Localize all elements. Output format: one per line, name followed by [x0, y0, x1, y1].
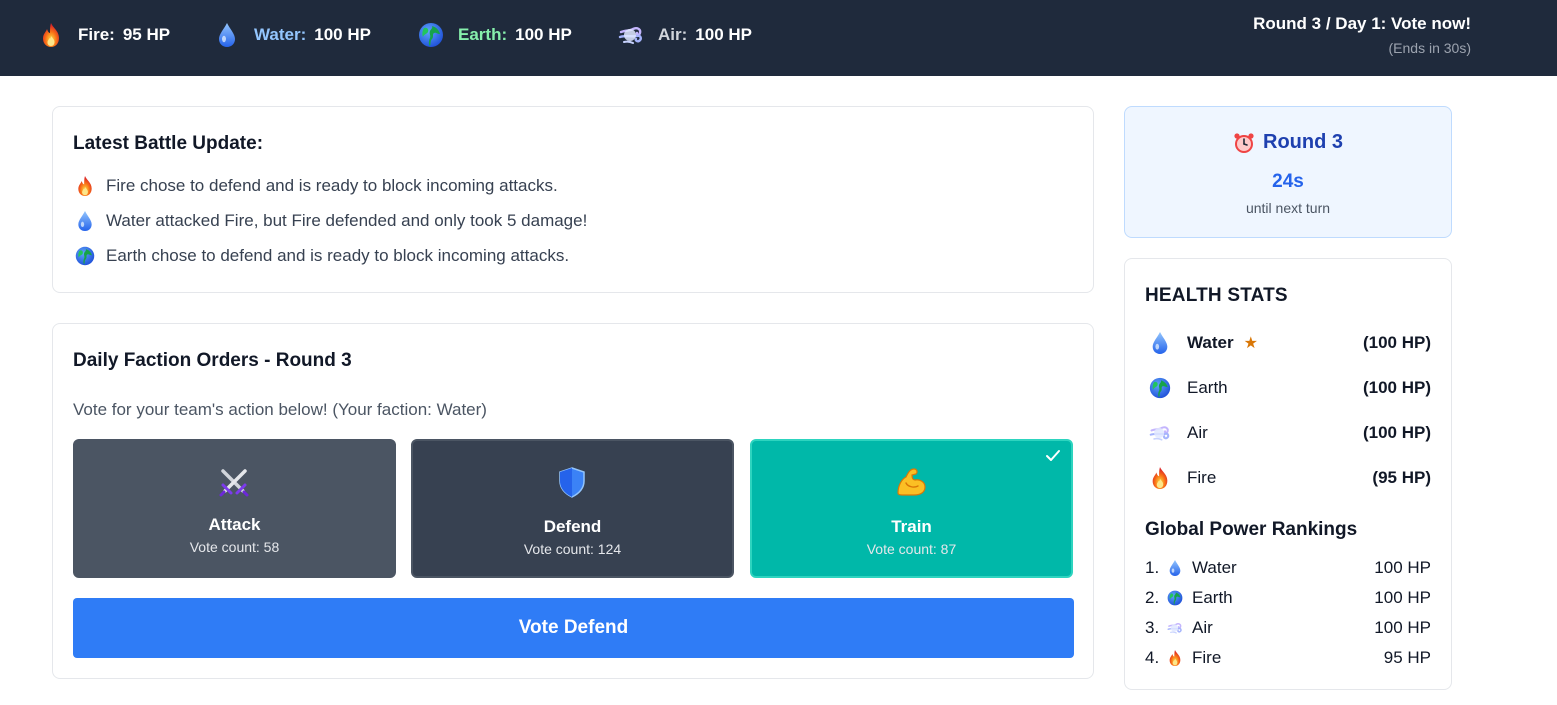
- health-row-air: Air (100 HP): [1149, 418, 1431, 448]
- battle-update-title: Latest Battle Update:: [73, 133, 264, 154]
- timer-seconds: 24s: [1272, 171, 1304, 192]
- round-timer-card: Round 3 24s until next turn: [1124, 106, 1452, 238]
- health-faction-hp: (100 HP): [1362, 423, 1431, 442]
- water-drop-icon: [1149, 331, 1171, 355]
- earth-globe-icon: [75, 245, 95, 267]
- shield-icon: [559, 467, 585, 498]
- faction-hp: 95 HP: [122, 25, 171, 44]
- health-faction-hp: (95 HP): [1372, 468, 1431, 487]
- battle-update-card: Latest Battle Update: Fire chose to defe…: [52, 106, 1094, 293]
- health-row-earth: Earth (100 HP): [1149, 373, 1431, 403]
- rank-number: 3.: [1145, 618, 1160, 637]
- rank-faction-name: Water: [1192, 558, 1237, 577]
- option-label: Attack: [208, 515, 261, 534]
- air-wind-icon: [1149, 421, 1171, 445]
- faction-orders-card: Daily Faction Orders - Round 3 Vote for …: [52, 323, 1094, 679]
- ranking-row: 2. Earth 100 HP: [1145, 586, 1431, 610]
- fire-icon: [38, 22, 64, 48]
- defend-option[interactable]: Defend Vote count: 124: [411, 439, 734, 578]
- rank-number: 4.: [1145, 648, 1160, 667]
- option-label: Defend: [543, 517, 602, 536]
- rankings-title: Global Power Rankings: [1145, 519, 1358, 540]
- health-faction-name: Water: [1187, 333, 1234, 352]
- health-faction-name: Fire: [1187, 468, 1217, 487]
- faction-status-earth: Earth: 100 HP: [418, 0, 572, 70]
- faction-name: Water:: [254, 25, 307, 44]
- rank-number: 1.: [1145, 558, 1160, 577]
- battle-log-line: Fire chose to defend and is ready to blo…: [75, 175, 558, 197]
- health-faction-name: Air: [1187, 423, 1208, 442]
- faction-status-air: Air: 100 HP: [618, 0, 752, 70]
- earth-globe-icon: [418, 22, 444, 48]
- round-status-title: Round 3 / Day 1: Vote now!: [1253, 14, 1471, 33]
- ranking-row: 3. Air 100 HP: [1145, 616, 1431, 640]
- health-faction-hp: (100 HP): [1362, 378, 1431, 397]
- train-option[interactable]: Train Vote count: 87: [750, 439, 1073, 578]
- fire-icon: [75, 175, 95, 197]
- earth-globe-icon: [1149, 376, 1171, 400]
- round-status: Round 3 / Day 1: Vote now! (Ends in 30s): [1253, 14, 1471, 56]
- health-faction-name: Earth: [1187, 378, 1228, 397]
- health-stats-title: HEALTH STATS: [1145, 285, 1288, 306]
- checkmark-icon: [1046, 450, 1060, 461]
- ranking-row: 4. Fire 95 HP: [1145, 646, 1431, 670]
- health-row-fire: Fire (95 HP): [1149, 463, 1431, 493]
- option-vote-count: Vote count: 87: [866, 541, 957, 557]
- timer-subtitle: until next turn: [1245, 200, 1331, 216]
- faction-hp: 100 HP: [695, 25, 752, 44]
- water-drop-icon: [1167, 559, 1183, 577]
- vote-description: Vote for your team's action below! (Your…: [73, 400, 487, 419]
- vote-defend-button[interactable]: Vote Defend: [73, 598, 1074, 658]
- rank-faction-hp: 100 HP: [1374, 618, 1431, 637]
- faction-hp: 100 HP: [515, 25, 572, 44]
- round-status-countdown: (Ends in 30s): [1388, 40, 1471, 56]
- battle-log-text: Water attacked Fire, but Fire defended a…: [106, 211, 588, 230]
- faction-name: Fire:: [78, 25, 115, 44]
- timer-header: Round 3: [1125, 131, 1451, 154]
- ranking-row: 1. Water 100 HP: [1145, 556, 1431, 580]
- rank-faction-hp: 95 HP: [1383, 648, 1431, 667]
- water-drop-icon: [75, 210, 95, 232]
- faction-name: Air:: [658, 25, 688, 44]
- rank-faction-name: Air: [1192, 618, 1213, 637]
- star-icon: ★: [1243, 335, 1258, 352]
- option-vote-count: Vote count: 58: [189, 539, 280, 555]
- fire-icon: [1167, 649, 1183, 667]
- rank-faction-name: Earth: [1192, 588, 1233, 607]
- faction-hp: 100 HP: [314, 25, 371, 44]
- battle-log-line: Water attacked Fire, but Fire defended a…: [75, 210, 587, 232]
- rank-faction-hp: 100 HP: [1374, 588, 1431, 607]
- rank-faction-name: Fire: [1192, 648, 1222, 667]
- faction-status-fire: Fire: 95 HP: [38, 0, 170, 70]
- health-stats-card: HEALTH STATS Water ★ (100 HP) Earth (100…: [1124, 258, 1452, 690]
- water-drop-icon: [214, 22, 240, 48]
- faction-status-water: Water: 100 HP: [214, 0, 371, 70]
- battle-log-text: Earth chose to defend and is ready to bl…: [106, 246, 570, 265]
- health-row-water: Water ★ (100 HP): [1149, 328, 1431, 358]
- alarm-clock-icon: [1234, 132, 1254, 153]
- fire-icon: [1149, 466, 1171, 490]
- faction-orders-title: Daily Faction Orders - Round 3: [73, 350, 352, 371]
- option-vote-count: Vote count: 124: [523, 541, 622, 557]
- earth-globe-icon: [1167, 589, 1183, 607]
- top-bar: Fire: 95 HP Water: 100 HP Earth: 100 HP …: [0, 0, 1557, 76]
- faction-name: Earth:: [458, 25, 508, 44]
- battle-log-line: Earth chose to defend and is ready to bl…: [75, 245, 569, 267]
- flexed-bicep-icon: [897, 468, 926, 496]
- crossed-swords-icon: [219, 469, 249, 497]
- air-wind-icon: [1167, 619, 1183, 637]
- rank-number: 2.: [1145, 588, 1160, 607]
- timer-round-title: Round 3: [1263, 131, 1343, 153]
- attack-option[interactable]: Attack Vote count: 58: [73, 439, 396, 578]
- battle-log-text: Fire chose to defend and is ready to blo…: [106, 176, 558, 195]
- option-label: Train: [891, 517, 932, 536]
- air-wind-icon: [618, 22, 644, 48]
- rank-faction-hp: 100 HP: [1374, 558, 1431, 577]
- health-faction-hp: (100 HP): [1362, 333, 1431, 352]
